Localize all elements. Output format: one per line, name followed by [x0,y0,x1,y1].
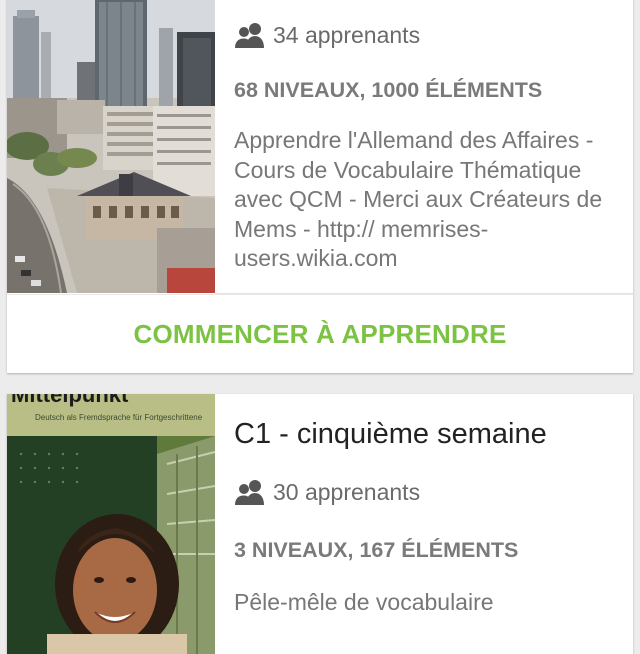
course-stats: 3 NIVEAUX, 167 ÉLÉMENTS [234,538,519,562]
course-title[interactable]: C1 - cinquième semaine [234,418,547,451]
city-skyline-photo [7,0,215,293]
learners-count: 30 apprenants [234,478,420,506]
learners-label: 34 apprenants [273,21,421,48]
course-card[interactable]: 34 apprenants 68 NIVEAUX, 1000 ÉLÉMENTS … [7,0,633,373]
course-stats: 68 NIVEAUX, 1000 ÉLÉMENTS [234,78,543,102]
start-learning-label: COMMENCER À APPRENDRE [133,319,507,349]
users-icon [234,478,266,506]
users-icon [234,21,266,49]
course-description: Apprendre l'Allemand des Affaires - Cour… [234,127,603,271]
course-card[interactable]: Mittelpunkt Deutsch als Fremdsprache für… [7,394,633,654]
svg-text:Mittelpunkt: Mittelpunkt [11,394,129,407]
course-thumbnail[interactable] [7,0,215,293]
textbook-cover-photo: Mittelpunkt Deutsch als Fremdsprache für… [7,394,215,654]
course-thumbnail[interactable]: Mittelpunkt Deutsch als Fremdsprache für… [7,394,215,654]
start-learning-button[interactable]: COMMENCER À APPRENDRE [7,294,633,373]
learners-count: 34 apprenants [234,21,420,49]
svg-text:Deutsch als Fremdsprache für F: Deutsch als Fremdsprache für Fortgeschri… [35,413,203,422]
learners-label: 30 apprenants [273,478,421,505]
course-description: Pêle-mêle de vocabulaire [234,589,494,615]
